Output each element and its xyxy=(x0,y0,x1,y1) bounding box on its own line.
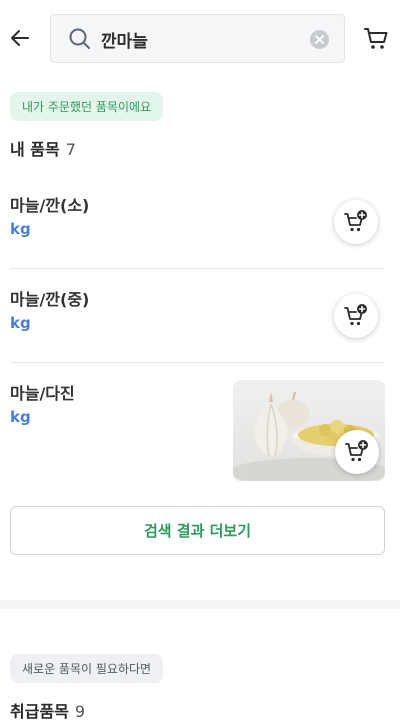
search-input[interactable] xyxy=(101,25,301,53)
item-name: 마늘/깐(중) xyxy=(10,290,90,309)
item-unit: kg xyxy=(10,408,31,426)
clear-icon xyxy=(315,35,324,44)
divider xyxy=(10,268,385,269)
item-unit: kg xyxy=(10,220,31,238)
handled-items-title: 취급품목 9 xyxy=(10,698,85,720)
handled-items-title-label: 취급품목 xyxy=(10,702,69,720)
clear-search-button[interactable] xyxy=(310,30,329,49)
header xyxy=(0,0,400,76)
item-name: 마늘/다진 xyxy=(10,384,75,403)
divider xyxy=(10,362,385,363)
add-to-cart-button[interactable] xyxy=(334,294,378,338)
my-items-title-label: 내 품목 xyxy=(10,140,60,159)
add-to-cart-button[interactable] xyxy=(335,430,379,474)
list-item[interactable]: 마늘/깐(중) kg xyxy=(10,284,385,362)
cart-plus-icon xyxy=(345,440,368,462)
section-separator xyxy=(0,600,400,609)
back-button[interactable] xyxy=(6,24,34,52)
back-arrow-icon xyxy=(11,30,29,46)
my-items-badge: 내가 주문했던 품목이에요 xyxy=(10,92,164,121)
item-unit: kg xyxy=(10,314,31,332)
cart-plus-icon xyxy=(344,304,367,326)
list-item[interactable]: 마늘/깐(소) kg xyxy=(10,190,385,268)
cart-plus-icon xyxy=(344,210,367,232)
item-name: 마늘/깐(소) xyxy=(10,196,90,215)
search-icon xyxy=(69,28,90,49)
my-items-title: 내 품목 7 xyxy=(10,136,76,160)
my-items-count: 7 xyxy=(65,140,76,159)
cart-button[interactable] xyxy=(363,25,389,51)
search-box[interactable] xyxy=(50,14,345,63)
cart-icon xyxy=(364,28,388,49)
handled-items-count: 9 xyxy=(74,702,86,720)
more-results-button[interactable]: 검색 결과 더보기 xyxy=(10,506,385,555)
add-to-cart-button[interactable] xyxy=(334,200,378,244)
handled-items-badge: 새로운 품목이 필요하다면 xyxy=(10,654,164,683)
